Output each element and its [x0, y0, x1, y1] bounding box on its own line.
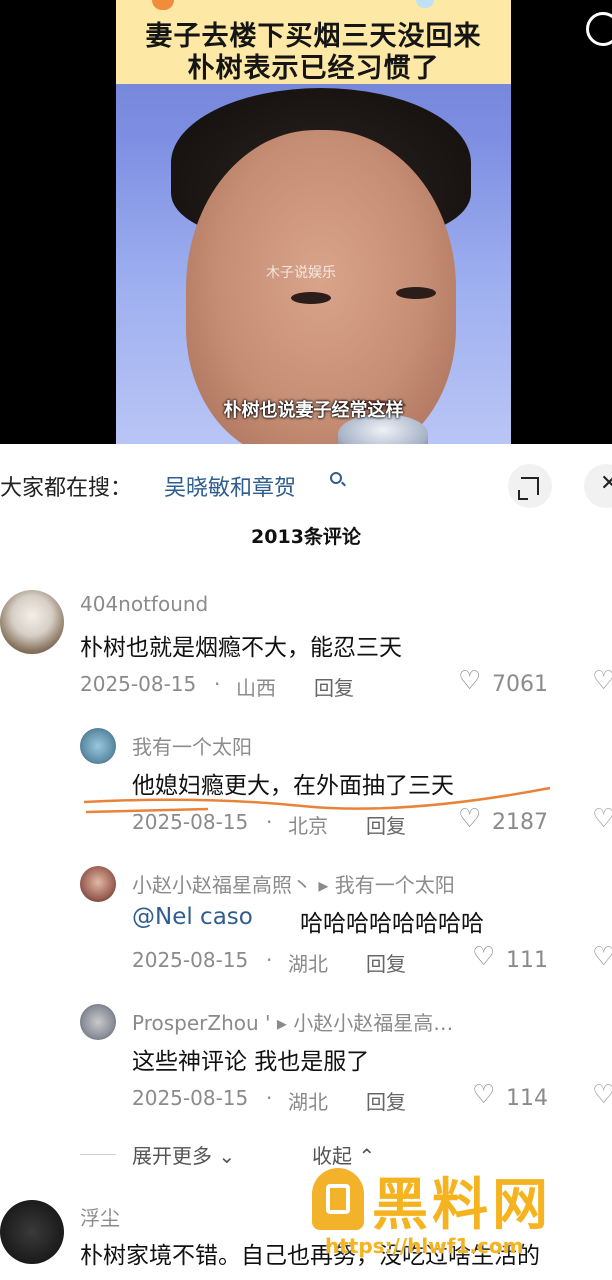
comment-dot: · — [266, 1086, 273, 1110]
expand-more-label: 展开更多 — [132, 1144, 212, 1168]
comment-dot: · — [214, 672, 221, 696]
comment-location: 湖北 — [288, 952, 328, 976]
comment-count: 2013条评论 — [251, 526, 361, 548]
portrait-eye-right — [396, 287, 436, 299]
search-icon[interactable] — [586, 12, 612, 46]
site-watermark-name: 黑料网 — [372, 1173, 552, 1238]
collapse-button[interactable]: 收起 ⌃ — [312, 1140, 375, 1169]
reply-button[interactable]: 回复 — [366, 810, 406, 839]
search-icon[interactable] — [330, 472, 342, 484]
video-subtitle: 朴树也说妻子经常这样 — [223, 400, 404, 421]
comment-location: 北京 — [288, 814, 328, 838]
video-player[interactable]: 妻子去楼下买烟三天没回来 朴树表示已经习惯了 木子说娱乐 朴树也说妻子经常这样 — [0, 0, 612, 444]
comment-date: 2025-08-15 — [80, 672, 197, 696]
expand-more-button[interactable]: 展开更多 ⌄ — [132, 1140, 235, 1169]
site-logo — [312, 1168, 364, 1230]
comment-text: 哈哈哈哈哈哈哈哈 — [300, 911, 484, 937]
like-count: 114 — [506, 1086, 548, 1111]
reply-button[interactable]: 回复 — [366, 948, 406, 977]
comment-text: 朴树也就是烟瘾不大，能忍三天 — [80, 635, 402, 661]
reply-button[interactable]: 回复 — [366, 1086, 406, 1115]
heart-icon[interactable]: ♡ — [458, 666, 481, 696]
like-count: 111 — [506, 948, 548, 973]
thread-divider — [80, 1154, 116, 1155]
trending-search-link[interactable]: 吴晓敏和章贺 — [164, 470, 296, 502]
video-watermark: 木子说娱乐 — [266, 265, 336, 281]
comment-dot: · — [266, 810, 273, 834]
banner-decoration — [152, 0, 174, 10]
expand-button[interactable] — [508, 464, 552, 508]
comment-text: 这些神评论 我也是服了 — [132, 1049, 370, 1075]
comment-username[interactable]: 小赵小赵福星高照丶 ▸ 我有一个太阳 — [132, 869, 455, 898]
like-count: 2187 — [492, 810, 548, 835]
dislike-icon[interactable]: ♡ — [592, 942, 612, 972]
comment-location: 山西 — [236, 676, 276, 700]
comment-dot: · — [266, 948, 273, 972]
video-frame[interactable]: 妻子去楼下买烟三天没回来 朴树表示已经习惯了 木子说娱乐 朴树也说妻子经常这样 — [116, 0, 511, 444]
heart-icon[interactable]: ♡ — [472, 942, 495, 972]
avatar[interactable] — [0, 1200, 64, 1264]
close-icon: ✕ — [600, 471, 612, 496]
comment-date: 2025-08-15 — [132, 948, 249, 972]
dislike-icon[interactable]: ♡ — [592, 1080, 612, 1110]
dislike-icon[interactable]: ♡ — [592, 666, 612, 696]
comment-date: 2025-08-15 — [132, 810, 249, 834]
site-watermark-url: https://hlwf1.com — [325, 1234, 524, 1258]
banner-decoration — [416, 0, 434, 8]
collapse-label: 收起 — [312, 1144, 352, 1168]
dislike-icon[interactable]: ♡ — [592, 804, 612, 834]
mention-link[interactable]: @Nel caso — [132, 904, 253, 930]
avatar[interactable] — [80, 728, 116, 764]
comment-username[interactable]: 浮尘 — [80, 1202, 120, 1231]
site-logo-mark — [326, 1184, 350, 1214]
chevron-down-icon: ⌄ — [218, 1144, 236, 1168]
avatar[interactable] — [80, 866, 116, 902]
comment-username[interactable]: ProsperZhou ' ▸ 小赵小赵福星高… — [132, 1007, 453, 1036]
trending-search-prefix: 大家都在搜： — [0, 476, 133, 501]
expand-icon — [518, 477, 539, 500]
like-count: 7061 — [492, 672, 548, 697]
avatar[interactable] — [80, 1004, 116, 1040]
heart-icon[interactable]: ♡ — [472, 1080, 495, 1110]
video-title-banner: 妻子去楼下买烟三天没回来 朴树表示已经习惯了 — [116, 0, 511, 84]
heart-icon[interactable]: ♡ — [458, 804, 481, 834]
portrait-eye-left — [291, 292, 331, 304]
reply-button[interactable]: 回复 — [314, 672, 354, 701]
avatar[interactable] — [0, 590, 64, 654]
comment-location: 湖北 — [288, 1090, 328, 1114]
comment-date: 2025-08-15 — [132, 1086, 249, 1110]
comment-username[interactable]: 404notfound — [80, 592, 208, 616]
video-title-line-2: 朴树表示已经习惯了 — [187, 53, 440, 84]
comment-username[interactable]: 我有一个太阳 — [132, 731, 252, 760]
